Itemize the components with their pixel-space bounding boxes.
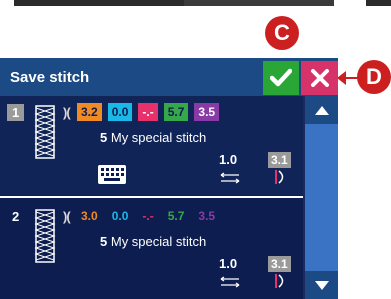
- stitch-width-icon: [275, 274, 284, 288]
- callout-d-arrowhead: [337, 71, 346, 85]
- stitch-width-value: 3.1: [268, 152, 291, 168]
- stitch-values: 3.2 0.0 -.- 5.7 3.5: [77, 103, 220, 123]
- stitch-name-text: My special stitch: [110, 234, 207, 249]
- scrollbar[interactable]: [305, 96, 338, 299]
- value-green: 5.7: [163, 103, 189, 121]
- value-pink: -.-: [142, 209, 154, 223]
- callout-d-arrow: [344, 77, 360, 79]
- stitch-width-value: 3.1: [268, 256, 291, 272]
- value-orange: 3.0: [81, 209, 98, 223]
- stitch-preview-icon: [34, 209, 56, 263]
- scroll-down-button[interactable]: [305, 271, 338, 299]
- stitch-name-text: My special stitch: [110, 130, 207, 145]
- stitch-length-icon: [220, 276, 240, 288]
- scroll-up-button[interactable]: [305, 96, 338, 124]
- callout-c-badge: C: [265, 16, 299, 50]
- stitch-length-value: 1.0: [219, 256, 238, 271]
- row-divider: [0, 196, 303, 198]
- stitch-width-icon: [275, 170, 284, 184]
- value-cyan: 0.0: [107, 103, 133, 121]
- stitch-length-value: 1.0: [219, 152, 238, 167]
- close-icon: [310, 69, 329, 87]
- stitch-index: 1: [7, 104, 25, 121]
- cancel-button[interactable]: [301, 61, 338, 95]
- value-cyan: 0.0: [111, 209, 129, 223]
- mirror-icon: )(: [63, 105, 71, 120]
- value-purple: 3.5: [194, 103, 220, 121]
- mirror-icon: )(: [63, 209, 71, 224]
- stitch-number: 5: [100, 130, 108, 145]
- checkmark-icon: [270, 68, 292, 87]
- top-strip-segment: [184, 0, 334, 6]
- stitch-preview-icon: [34, 105, 56, 159]
- save-stitch-dialog: Save stitch 1 )( 3.2 0.0 -.- 5.7 3.5 5 M…: [0, 58, 338, 299]
- dialog-header: Save stitch: [0, 58, 338, 96]
- value-orange: 3.2: [77, 103, 102, 121]
- stitch-name: 5 My special stitch: [100, 234, 206, 249]
- triangle-up-icon: [314, 105, 329, 115]
- stitch-values: 3.0 0.0 -.- 5.7 3.5: [77, 207, 219, 227]
- stitch-number: 5: [100, 234, 108, 249]
- stitch-row-2[interactable]: 2 )( 3.0 0.0 -.- 5.7 3.5 5 My special st…: [0, 200, 303, 299]
- triangle-down-icon: [314, 280, 329, 290]
- stitch-row-1[interactable]: 1 )( 3.2 0.0 -.- 5.7 3.5 5 My special st…: [0, 96, 303, 195]
- value-purple: 3.5: [198, 209, 216, 223]
- top-strip-segment: [14, 0, 184, 6]
- stitch-list: 1 )( 3.2 0.0 -.- 5.7 3.5 5 My special st…: [0, 96, 303, 299]
- stitch-index: 2: [12, 209, 20, 224]
- stitch-length-icon: [220, 172, 240, 184]
- dialog-title: Save stitch: [10, 69, 90, 86]
- value-green: 5.7: [167, 209, 185, 223]
- confirm-button[interactable]: [263, 61, 299, 95]
- value-pink: -.-: [138, 103, 158, 121]
- top-strip: [0, 0, 391, 12]
- scroll-track[interactable]: [305, 124, 338, 271]
- top-strip-segment: [366, 0, 391, 6]
- callout-d-badge: D: [357, 60, 391, 94]
- stitch-name: 5 My special stitch: [100, 130, 206, 145]
- keyboard-icon[interactable]: [98, 165, 126, 184]
